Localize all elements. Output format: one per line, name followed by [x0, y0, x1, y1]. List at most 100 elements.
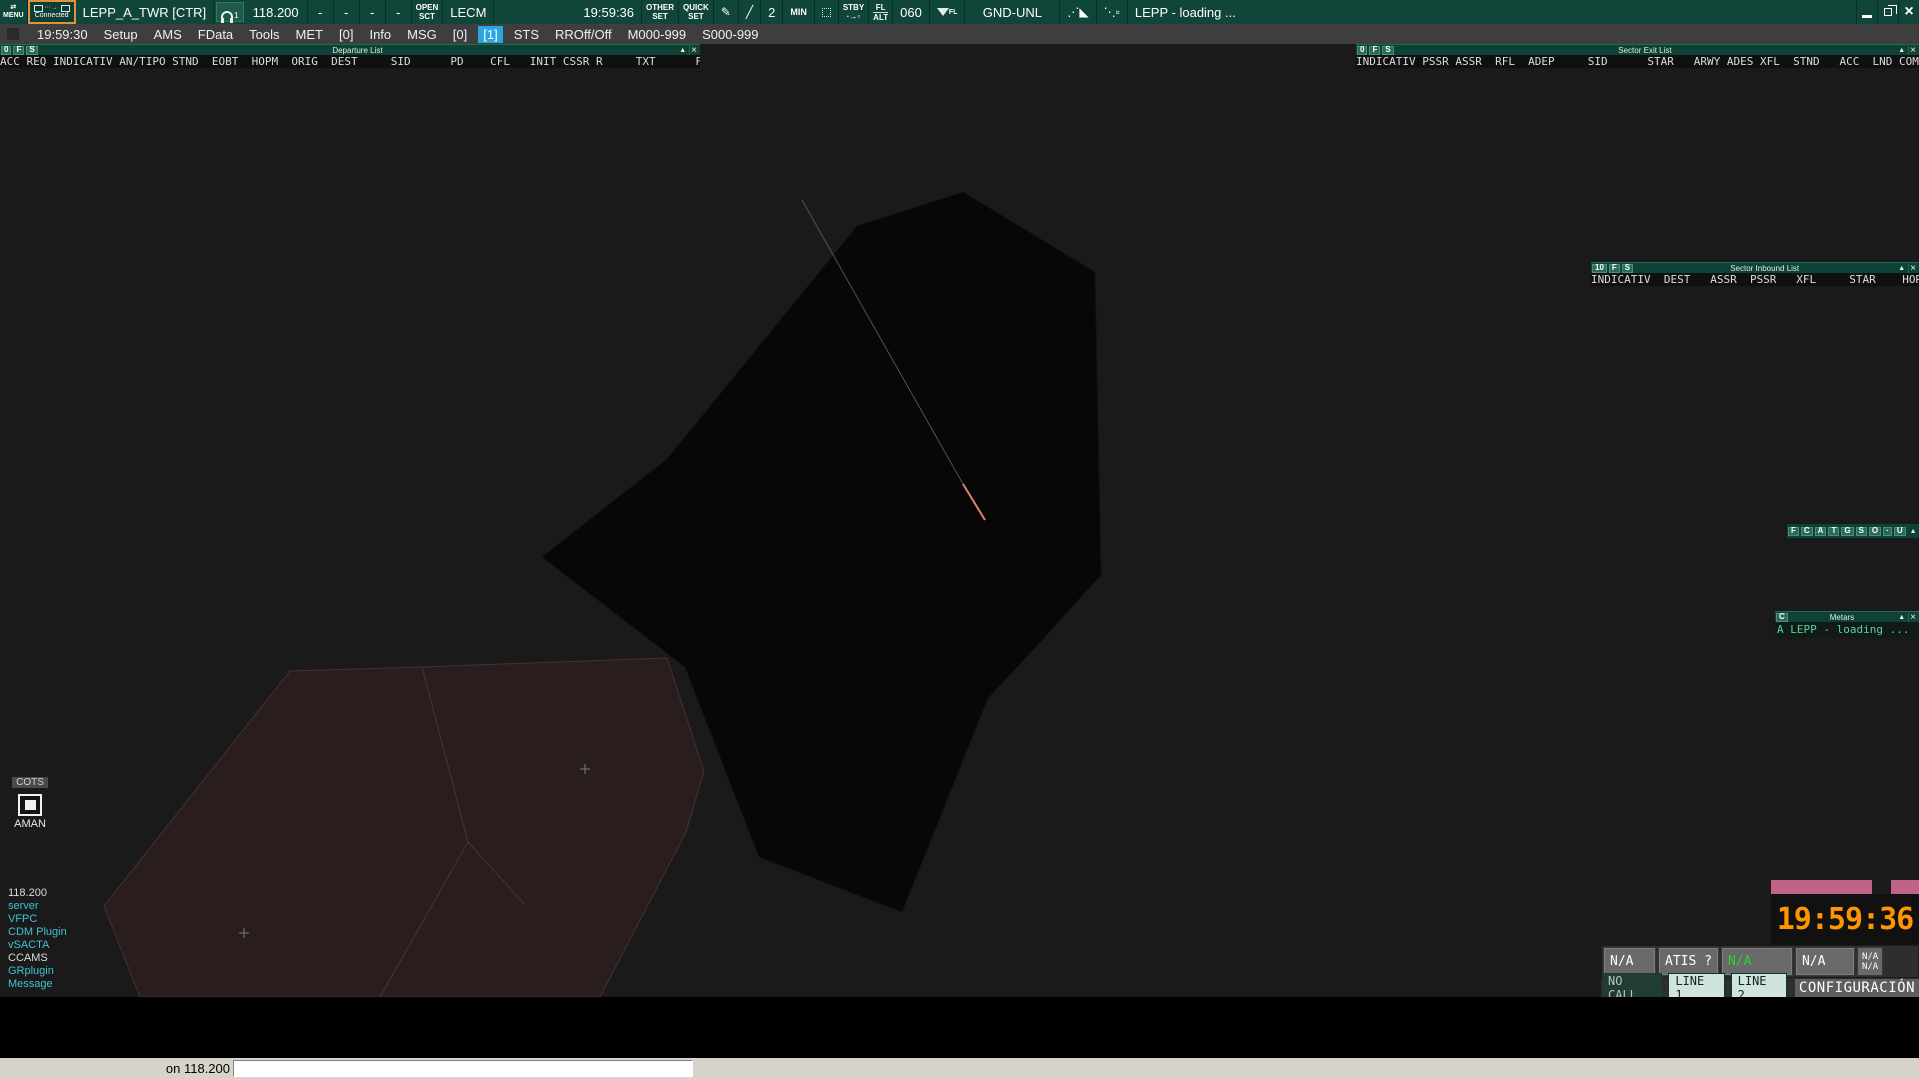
menu-setup[interactable]: Setup: [96, 26, 146, 43]
minimize-button[interactable]: [1856, 0, 1877, 24]
altitude-filter-button[interactable]: FL: [930, 0, 966, 24]
menu-met[interactable]: MET: [288, 26, 331, 43]
tag-filter-o[interactable]: O: [1869, 527, 1881, 536]
freq-slot-4[interactable]: -: [386, 0, 412, 24]
tag-filter-g[interactable]: G: [1841, 527, 1853, 536]
exit-close-icon[interactable]: ×: [1908, 46, 1919, 55]
command-channel-label: on 118.200: [112, 1061, 230, 1076]
tag-filter-collapse-icon[interactable]: ▲: [1907, 528, 1919, 535]
menu-mode-range[interactable]: M000-999: [620, 26, 695, 43]
measure-tool-2-button[interactable]: ⋱▫: [1097, 0, 1128, 24]
measure-tool-button[interactable]: ⋰◣: [1060, 0, 1096, 24]
tag-filter-dot[interactable]: ·: [1883, 527, 1892, 536]
tag-filter-t[interactable]: T: [1828, 527, 1839, 536]
metars-close-icon[interactable]: ×: [1908, 613, 1919, 622]
plugin-line-server[interactable]: server: [8, 900, 67, 913]
sector-polygon-brown: [104, 658, 704, 997]
tag-filter-u[interactable]: U: [1894, 527, 1906, 536]
menu-rroff[interactable]: RROff/Off: [547, 26, 620, 43]
plugin-line-message[interactable]: Message: [8, 978, 67, 991]
fl-alt-toggle[interactable]: FL ALT: [869, 0, 893, 24]
metars-title: Metars: [1789, 613, 1895, 622]
freq-slot-1[interactable]: -: [308, 0, 334, 24]
freq-slot-2[interactable]: -: [334, 0, 360, 24]
exit-count-button[interactable]: 0: [1357, 46, 1367, 55]
trail-length-value[interactable]: 2: [761, 0, 783, 24]
menu-msg-unread-badge[interactable]: [1]: [478, 26, 502, 43]
inbound-close-icon[interactable]: ×: [1908, 264, 1919, 273]
exit-filter-button[interactable]: F: [1369, 46, 1380, 55]
departure-count-button[interactable]: 0: [1, 46, 11, 55]
quick-set-button[interactable]: QUICK SET: [679, 0, 714, 24]
stby-filter-button[interactable]: STBY ·→▫: [839, 0, 869, 24]
other-set-button[interactable]: OTHER SET: [642, 0, 679, 24]
menu-sts[interactable]: STS: [506, 26, 547, 43]
menu-ams[interactable]: AMS: [146, 26, 190, 43]
departure-sort-button[interactable]: S: [26, 46, 37, 55]
menu-bar: 19:59:30 Setup AMS FData Tools MET [0] I…: [0, 24, 1919, 44]
inbound-collapse-icon[interactable]: ▲: [1895, 265, 1908, 272]
headset-icon: [221, 11, 233, 20]
departure-filter-button[interactable]: F: [13, 46, 24, 55]
departure-list-titlebar[interactable]: 0 F S Departure List ▲ ×: [0, 44, 700, 55]
open-sct-button[interactable]: OPEN SCT: [412, 0, 444, 24]
primary-frequency[interactable]: 118.200: [246, 0, 308, 24]
menu-msg[interactable]: MSG: [399, 26, 445, 43]
metars-c-button[interactable]: C: [1776, 613, 1788, 622]
tag-filter-s[interactable]: S: [1856, 527, 1867, 536]
plugin-line-ccams[interactable]: CCAMS: [8, 952, 67, 965]
tag-edit-button[interactable]: ✎: [714, 0, 739, 24]
voice-na-3-button[interactable]: N/A: [1795, 947, 1855, 976]
close-button[interactable]: ×: [1898, 0, 1919, 24]
aman-label: AMAN: [7, 818, 53, 830]
measure-icon: ⋰◣: [1067, 5, 1088, 19]
sector-inbound-titlebar[interactable]: 10 F S Sector Inbound List ▲ ×: [1591, 262, 1919, 273]
metars-titlebar[interactable]: C Metars ▲ ×: [1775, 611, 1919, 622]
status-text: LEPP - loading ...: [1128, 0, 1243, 24]
exit-sort-button[interactable]: S: [1382, 46, 1393, 55]
freq-slot-3[interactable]: -: [360, 0, 386, 24]
transition-altitude[interactable]: 060: [893, 0, 930, 24]
menu-info[interactable]: Info: [361, 26, 399, 43]
menu-squawk-range[interactable]: S000-999: [694, 26, 766, 43]
tag-filter-c[interactable]: C: [1801, 527, 1813, 536]
plugin-line-grplugin[interactable]: GRplugin: [8, 965, 67, 978]
menu-button[interactable]: ⇄ MENU: [0, 0, 28, 24]
menu-fdata[interactable]: FData: [190, 26, 241, 43]
inbound-filter-button[interactable]: F: [1609, 264, 1620, 273]
inbound-sort-button[interactable]: S: [1622, 264, 1633, 273]
vertical-range-button[interactable]: GND-UNL: [965, 0, 1060, 24]
command-input[interactable]: [233, 1060, 693, 1077]
departure-collapse-icon[interactable]: ▲: [676, 47, 689, 54]
tag-filter-f[interactable]: F: [1788, 527, 1799, 536]
headset-button[interactable]: 1: [216, 2, 243, 22]
titlebar-spacer: [494, 0, 576, 24]
sector-exit-titlebar[interactable]: 0 F S Sector Exit List ▲ ×: [1356, 44, 1919, 55]
tag-filter-a[interactable]: A: [1815, 527, 1827, 536]
sector-inbound-list-panel: 10 F S Sector Inbound List ▲ × INDICATIV…: [1591, 262, 1919, 286]
dotted-track-button[interactable]: [815, 0, 839, 24]
restore-button[interactable]: [1877, 0, 1898, 24]
connected-button[interactable]: ⋯→ Connected: [28, 0, 76, 24]
station-callsign[interactable]: LEPP_A_TWR [CTR]: [76, 0, 215, 24]
draw-line-button[interactable]: ╱: [739, 0, 761, 24]
departure-list-columns: ACC REQ INDICATIV AN/TIPO STND EOBT HOPM…: [0, 55, 700, 68]
menu-msg-count[interactable]: [0]: [445, 26, 475, 43]
exit-collapse-icon[interactable]: ▲: [1895, 47, 1908, 54]
menu-met-count[interactable]: [0]: [331, 26, 361, 43]
radar-display[interactable]: [0, 44, 1919, 997]
plugin-line-cdm[interactable]: CDM Plugin: [8, 926, 67, 939]
configuration-button[interactable]: CONFIGURACIÓN: [1795, 979, 1919, 997]
departure-close-icon[interactable]: ×: [689, 46, 700, 55]
aman-toggle-button[interactable]: [18, 794, 42, 816]
voice-activity-bar: [1771, 880, 1872, 894]
plugin-status-list: 118.200 server VFPC CDM Plugin vSACTA CC…: [8, 887, 67, 991]
metars-collapse-icon[interactable]: ▲: [1895, 614, 1908, 621]
inbound-count-button[interactable]: 10: [1592, 264, 1607, 273]
voice-na-small-button[interactable]: N/A N/A: [1857, 947, 1883, 976]
sector-file-button[interactable]: LECM: [443, 0, 494, 24]
plugin-line-vfpc[interactable]: VFPC: [8, 913, 67, 926]
plugin-line-vsacta[interactable]: vSACTA: [8, 939, 67, 952]
trail-unit-button[interactable]: MIN: [783, 0, 815, 24]
menu-tools[interactable]: Tools: [241, 26, 287, 43]
